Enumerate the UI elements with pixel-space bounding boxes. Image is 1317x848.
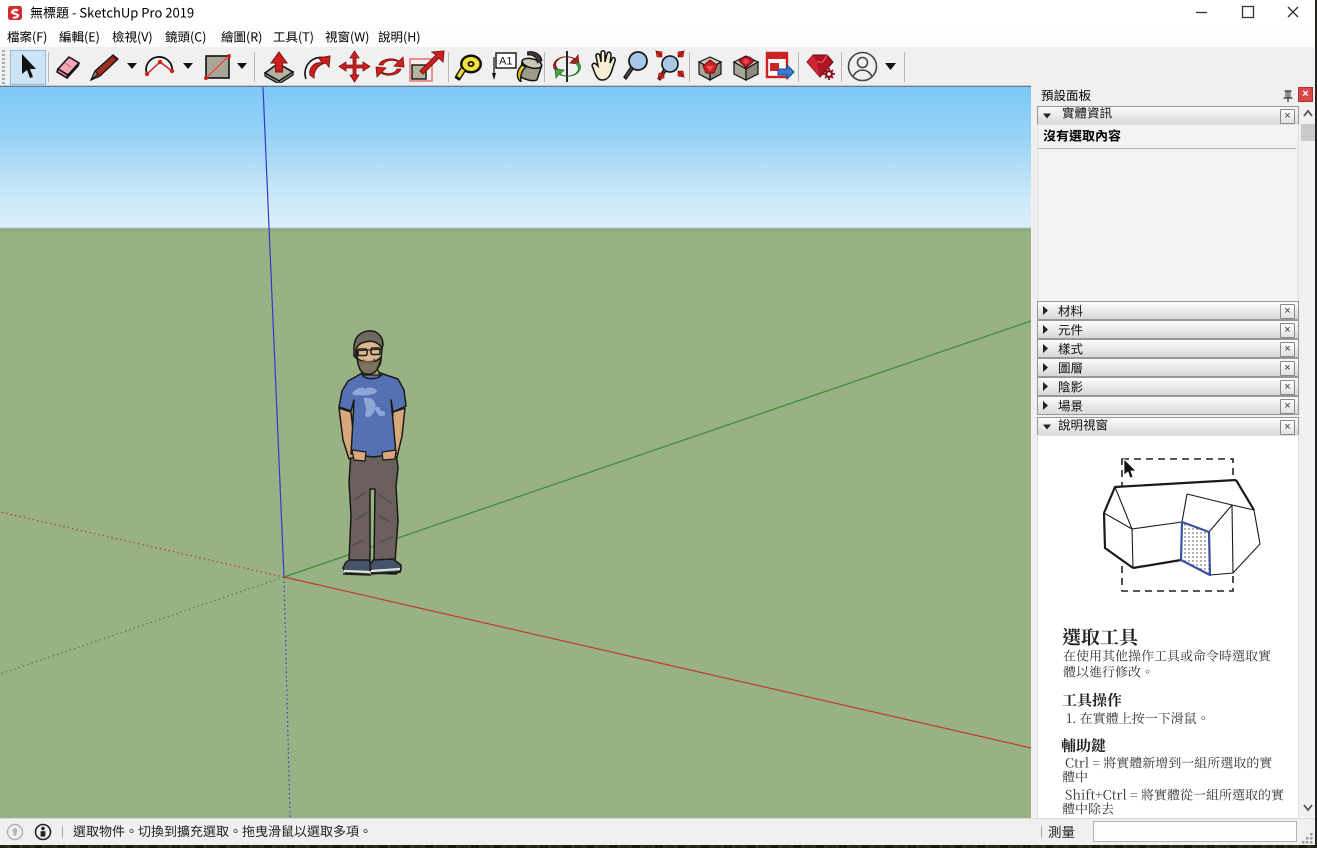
svg-text:A1: A1: [499, 56, 512, 68]
